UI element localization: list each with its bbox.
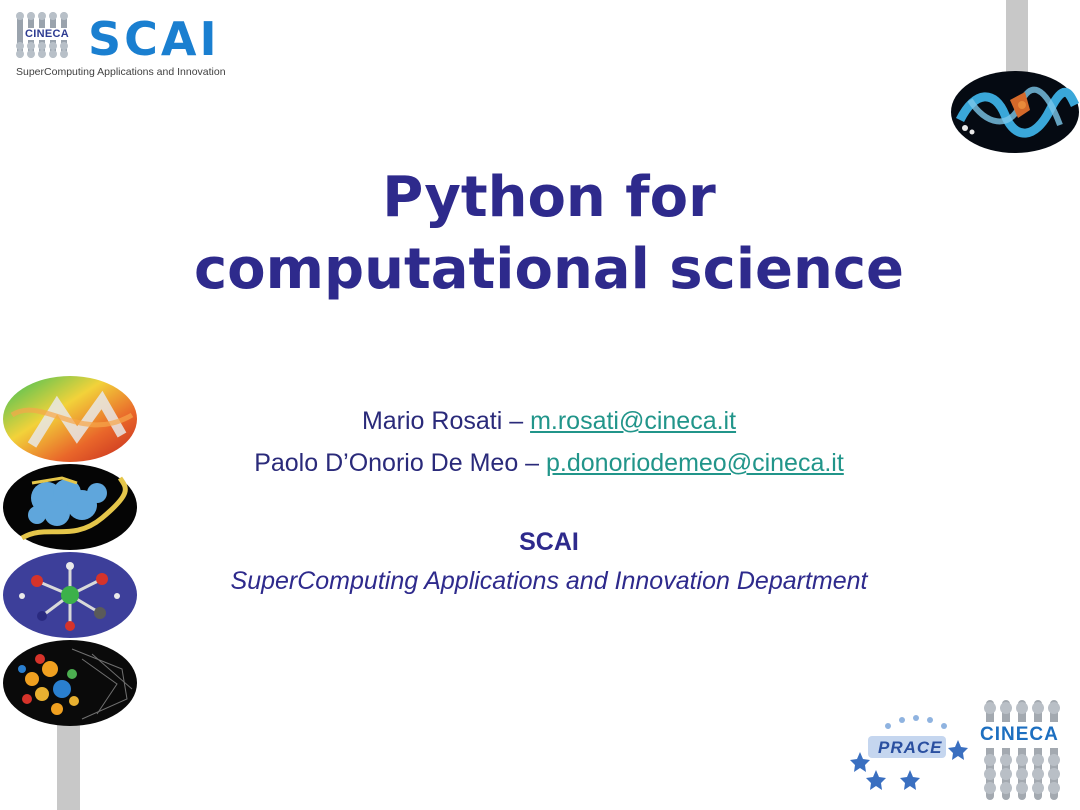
decorative-bar-top-right xyxy=(1006,0,1028,80)
decorative-bar-bottom-left xyxy=(57,720,80,810)
slide-title: Python for computational science xyxy=(40,162,1058,306)
author-email-link-1[interactable]: m.rosati@cineca.it xyxy=(530,407,736,435)
cineca-abacus-icon-large xyxy=(978,700,1074,800)
department-name: SuperComputing Applications and Innovati… xyxy=(230,567,868,595)
title-line-2: computational science xyxy=(193,237,905,302)
author-line-1: Mario Rosati – m.rosati@cineca.it xyxy=(60,407,1038,436)
scai-tagline: SuperComputing Applications and Innovati… xyxy=(16,66,226,78)
cineca-logo: CINECA xyxy=(978,700,1074,800)
molecule-surface-image xyxy=(2,463,138,551)
molecular-structure-image xyxy=(2,551,138,639)
author-name-1: Mario Rosati – xyxy=(361,407,531,435)
protein-ribbon-image xyxy=(950,70,1080,155)
organization-name: SCAI xyxy=(519,528,579,556)
cineca-logo-text: CINECA xyxy=(980,724,1059,745)
fluid-dynamics-image xyxy=(2,375,138,463)
crystal-lattice-image xyxy=(2,639,138,727)
title-line-1: Python for xyxy=(382,165,716,230)
scai-logo: CINECA SCAI SuperComputing Applications … xyxy=(10,8,245,80)
scai-logo-text: SCAI xyxy=(88,12,220,66)
author-line-2: Paolo D’Onorio De Meo – p.donoriodemeo@c… xyxy=(60,449,1038,478)
prace-logo-text: PRACE xyxy=(878,738,943,757)
cineca-small-label: CINECA xyxy=(24,28,70,40)
prace-logo: PRACE xyxy=(848,712,972,792)
author-email-link-2[interactable]: p.donoriodemeo@cineca.it xyxy=(546,449,844,477)
author-name-2: Paolo D’Onorio De Meo – xyxy=(254,449,547,477)
